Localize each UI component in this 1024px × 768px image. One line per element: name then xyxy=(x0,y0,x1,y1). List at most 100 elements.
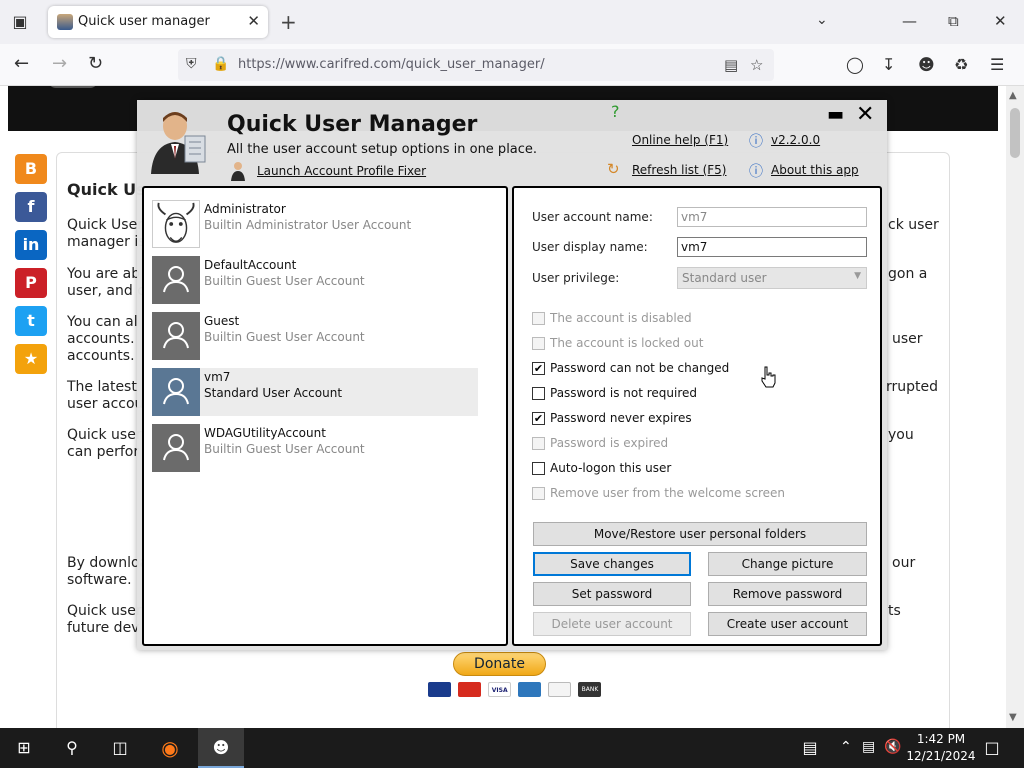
favorite-star-icon[interactable]: ★ xyxy=(15,344,47,374)
firefox-icon[interactable]: ◉ xyxy=(158,736,182,760)
article-text: gon a xyxy=(888,266,928,282)
twitter-icon[interactable]: t xyxy=(15,306,47,336)
mastercard-icon xyxy=(458,682,482,697)
user-list-item-selected[interactable]: vm7 Standard User Account xyxy=(152,368,478,416)
about-app-link[interactable]: About this app xyxy=(771,163,859,177)
article-text: you xyxy=(888,427,914,443)
set-password-button[interactable]: Set password xyxy=(533,582,691,606)
windows-start-icon[interactable]: ⊞ xyxy=(12,736,36,760)
app-logo-icon xyxy=(151,112,206,174)
task-view-icon[interactable]: ◫ xyxy=(108,736,132,760)
option-label: Auto-logon this user xyxy=(550,461,672,475)
quick-user-manager-taskbar-icon: ☻ xyxy=(212,738,230,757)
checkbox[interactable] xyxy=(532,462,545,475)
amex-card-icon xyxy=(518,682,542,697)
account-icon[interactable]: ☻ xyxy=(918,55,935,74)
linkedin-icon[interactable]: in xyxy=(15,230,47,260)
page-scrollbar[interactable]: ▲ ▼ xyxy=(1006,86,1024,728)
tab-overflow-chevron-icon[interactable]: ⌄ xyxy=(816,12,828,28)
user-list-item[interactable]: Administrator Builtin Administrator User… xyxy=(152,200,478,248)
reader-view-icon[interactable]: ▤ xyxy=(724,56,738,74)
checkbox-checked[interactable]: ✔ xyxy=(532,412,545,425)
checkbox-checked[interactable]: ✔ xyxy=(532,362,545,375)
article-title: Quick Us xyxy=(67,180,146,199)
network-icon[interactable]: ▤ xyxy=(862,739,875,755)
minimize-window-icon[interactable]: — xyxy=(902,12,917,30)
version-link[interactable]: v2.2.0.0 xyxy=(771,133,820,147)
checkbox[interactable] xyxy=(532,487,545,500)
url-bar[interactable]: ⛨ 🔒 https://www.carifred.com/quick_user_… xyxy=(178,49,774,81)
scroll-down-arrow-icon[interactable]: ▼ xyxy=(1009,712,1017,723)
tray-chevron-up-icon[interactable]: ⌃ xyxy=(840,739,852,755)
article-text: By downloa xyxy=(67,555,149,571)
taskbar-clock[interactable]: 1:42 PM 12/21/2024 xyxy=(906,731,976,765)
taskbar-active-app[interactable]: ☻ xyxy=(198,728,244,768)
forward-arrow-icon[interactable]: → xyxy=(52,54,67,74)
checkbox[interactable] xyxy=(532,312,545,325)
display-name-input[interactable] xyxy=(677,237,867,257)
back-arrow-icon[interactable]: ← xyxy=(14,54,29,74)
online-help-link[interactable]: Online help (F1) xyxy=(632,133,728,147)
pocket-icon[interactable]: ◯ xyxy=(846,55,864,74)
tab-title: Quick user manager xyxy=(78,14,210,29)
article-text: user accou xyxy=(67,396,144,412)
info-icon: ⓘ xyxy=(749,134,763,150)
maximize-window-icon[interactable]: ⧉ xyxy=(948,12,959,30)
facebook-icon[interactable]: f xyxy=(15,192,47,222)
remove-password-button[interactable]: Remove password xyxy=(708,582,867,606)
tab-list-icon[interactable]: ▣ xyxy=(8,10,32,34)
url-text[interactable]: https://www.carifred.com/quick_user_mana… xyxy=(238,57,545,72)
user-avatar-icon xyxy=(152,368,200,416)
launch-profile-fixer-link[interactable]: Launch Account Profile Fixer xyxy=(257,164,426,178)
article-text: user, and c xyxy=(67,283,145,299)
user-list-item[interactable]: Guest Builtin Guest User Account xyxy=(152,312,478,360)
article-text: software. xyxy=(67,572,132,588)
download-icon[interactable]: ↧ xyxy=(882,55,895,74)
donate-button[interactable]: Donate xyxy=(453,652,546,676)
privilege-select[interactable]: Standard user ▼ xyxy=(677,267,867,289)
bookmark-star-icon[interactable]: ☆ xyxy=(750,56,763,74)
app-close-icon[interactable]: ✕ xyxy=(856,102,874,127)
user-list-item[interactable]: WDAGUtilityAccount Builtin Guest User Ac… xyxy=(152,424,478,472)
refresh-list-link[interactable]: Refresh list (F5) xyxy=(632,163,726,177)
notes-icon[interactable]: ▤ xyxy=(798,736,822,760)
checkbox[interactable] xyxy=(532,437,545,450)
browser-nav-bar: ← → ↻ ⛨ 🔒 https://www.carifred.com/quick… xyxy=(0,44,1024,86)
checkbox[interactable] xyxy=(532,337,545,350)
profile-fixer-icon xyxy=(231,162,245,181)
user-list-panel: Administrator Builtin Administrator User… xyxy=(142,186,508,646)
user-description: Builtin Guest User Account xyxy=(204,442,365,456)
tab-close-icon[interactable]: ✕ xyxy=(247,12,260,30)
scroll-up-arrow-icon[interactable]: ▲ xyxy=(1009,90,1017,101)
user-avatar-icon xyxy=(152,256,200,304)
app-minimize-icon[interactable]: ▬ xyxy=(827,104,844,125)
checkbox[interactable] xyxy=(532,387,545,400)
scroll-thumb[interactable] xyxy=(1010,108,1020,158)
volume-muted-icon[interactable]: 🔇 xyxy=(884,739,901,755)
notification-icon[interactable]: □ xyxy=(980,736,1004,760)
delete-user-button[interactable]: Delete user account xyxy=(533,612,691,636)
close-window-icon[interactable]: ✕ xyxy=(994,12,1007,30)
change-picture-button[interactable]: Change picture xyxy=(708,552,867,576)
reload-icon[interactable]: ↻ xyxy=(88,54,103,74)
browser-tab-active[interactable]: Quick user manager ✕ xyxy=(48,6,268,38)
save-changes-button[interactable]: Save changes xyxy=(533,552,691,576)
create-user-button[interactable]: Create user account xyxy=(708,612,867,636)
blogger-icon[interactable]: B xyxy=(15,154,47,184)
user-description: Builtin Guest User Account xyxy=(204,330,365,344)
user-description: Builtin Guest User Account xyxy=(204,274,365,288)
taskbar: ⊞ ⚲ ◫ ◉ ☻ ▤ ⌃ ▤ 🔇 1:42 PM 12/21/2024 □ xyxy=(0,728,1024,768)
menu-icon[interactable]: ☰ xyxy=(990,55,1004,74)
extensions-icon[interactable]: ♻ xyxy=(954,55,968,74)
pinterest-icon[interactable]: P xyxy=(15,268,47,298)
search-icon[interactable]: ⚲ xyxy=(60,736,84,760)
option-label: Password can not be changed xyxy=(550,361,730,375)
account-name-input[interactable] xyxy=(677,207,867,227)
move-restore-folders-button[interactable]: Move/Restore user personal folders xyxy=(533,522,867,546)
option-label: Password is not required xyxy=(550,386,698,400)
article-text: accounts. xyxy=(67,348,135,364)
user-list-item[interactable]: DefaultAccount Builtin Guest User Accoun… xyxy=(152,256,478,304)
lock-icon[interactable]: 🔒 xyxy=(212,56,229,72)
new-tab-icon[interactable]: + xyxy=(280,10,297,34)
shield-icon[interactable]: ⛨ xyxy=(186,56,197,72)
